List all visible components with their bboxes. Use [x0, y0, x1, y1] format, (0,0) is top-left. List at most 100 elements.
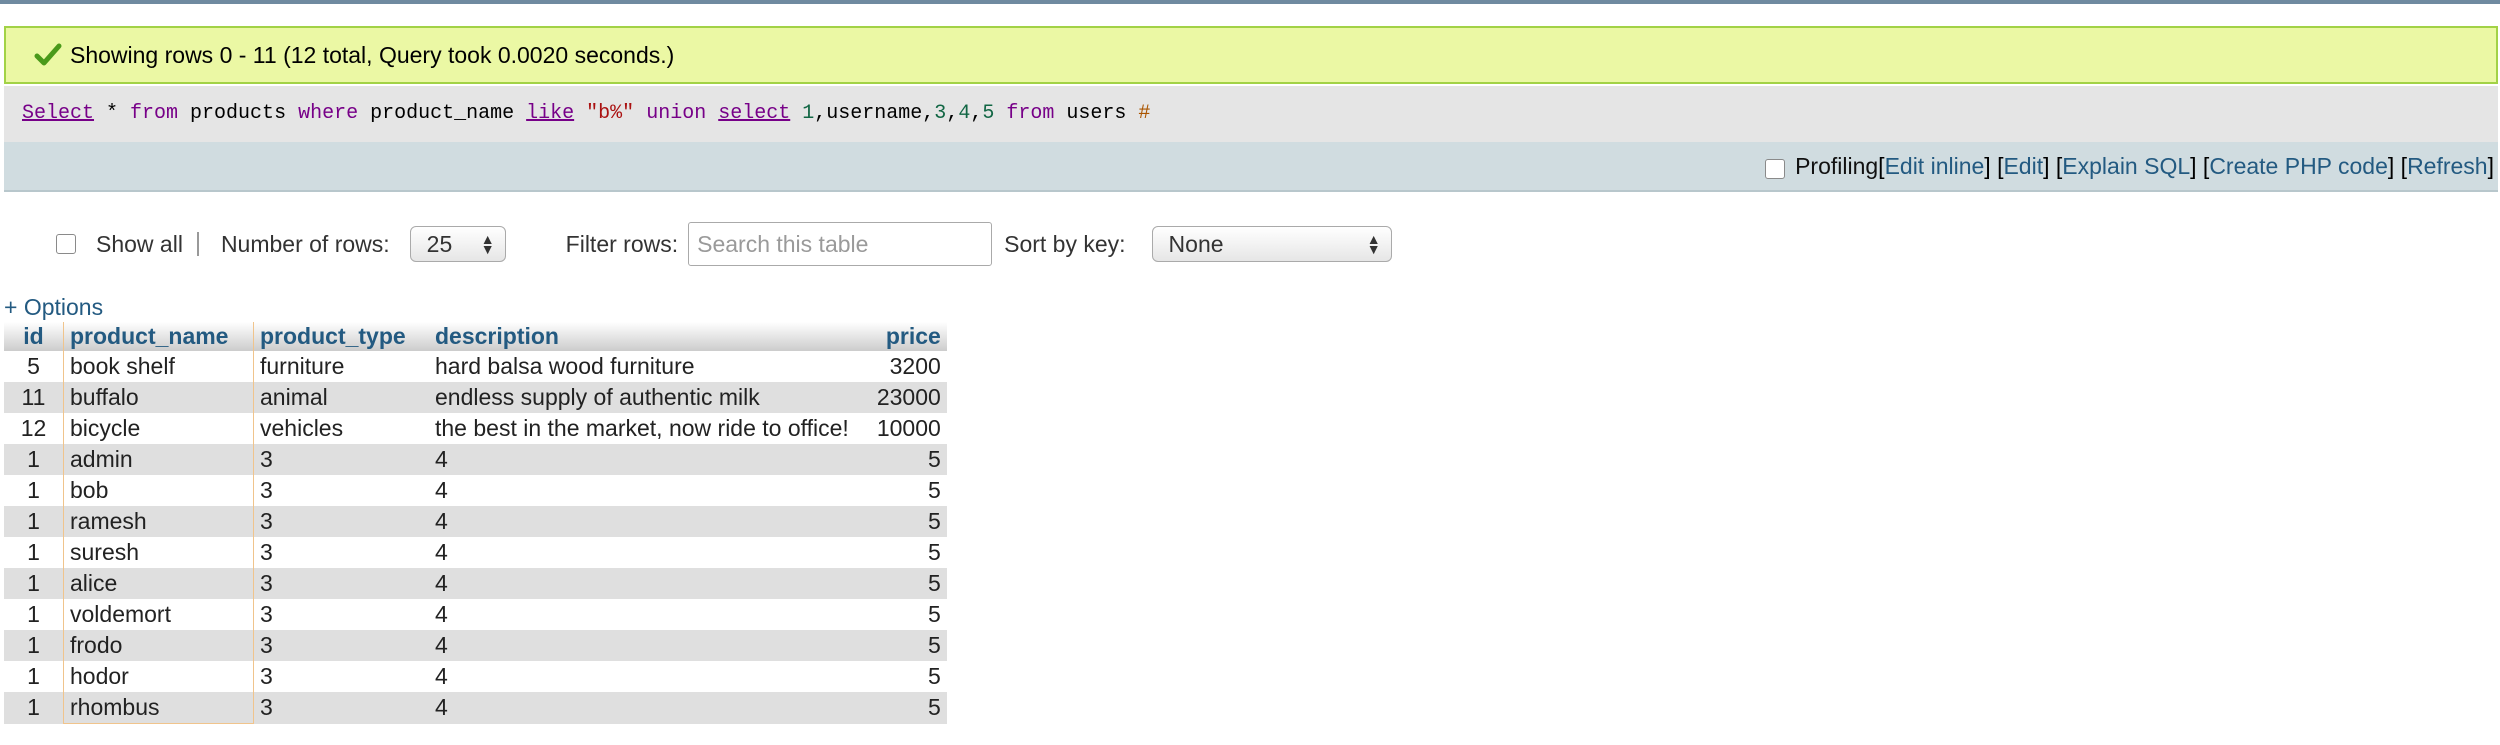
cell-price: 5	[854, 506, 947, 537]
cell-product-type: animal	[253, 382, 429, 413]
rows-select[interactable]: 25 ▲ ▼	[409, 226, 506, 262]
edit-link[interactable]: Edit	[2003, 153, 2043, 180]
options-link[interactable]: + Options	[4, 294, 103, 321]
cell-description: 4	[429, 568, 855, 599]
table-row[interactable]: 1 ramesh 3 4 5	[4, 506, 947, 537]
cell-product-type: 3	[253, 475, 429, 506]
cell-description: 4	[429, 692, 855, 724]
cell-product-type: vehicles	[253, 413, 429, 444]
cell-id: 11	[4, 382, 64, 413]
cell-id: 1	[4, 692, 64, 724]
profiling-checkbox[interactable]	[1765, 159, 1786, 179]
cell-id: 1	[4, 599, 64, 630]
bracket: ] [	[2043, 152, 2063, 179]
cell-id: 1	[4, 444, 64, 475]
filter-label: Filter rows:	[565, 230, 679, 257]
sql-token: 4	[958, 102, 971, 125]
cell-description: 4	[429, 630, 855, 661]
cell-product-type: 3	[253, 692, 429, 724]
sql-query-display[interactable]: Select * from products where product_nam…	[4, 86, 2498, 142]
query-toolbar: Profiling [ Edit inline ] [ Edit ] [ Exp…	[4, 142, 2498, 192]
cell-product-type: furniture	[253, 351, 429, 382]
cell-id: 1	[4, 630, 64, 661]
cell-description: 4	[429, 444, 855, 475]
table-row[interactable]: 1 alice 3 4 5	[4, 568, 947, 599]
cell-description: 4	[429, 599, 855, 630]
filter-rows-input[interactable]	[688, 222, 993, 266]
table-row[interactable]: 1 admin 3 4 5	[4, 444, 947, 475]
cell-price: 5	[854, 692, 947, 724]
cell-product-type: 3	[253, 444, 429, 475]
sql-token: from	[130, 102, 179, 125]
edit-inline-link[interactable]: Edit inline	[1885, 153, 1985, 180]
table-row[interactable]: 12 bicycle vehicles the best in the market,…	[4, 413, 947, 444]
rows-label: Number of rows:	[220, 230, 390, 257]
select-arrows-icon: ▲ ▼	[1366, 231, 1381, 257]
show-all-label: Show all	[96, 230, 183, 257]
divider	[196, 232, 199, 256]
sort-label: Sort by key:	[1004, 230, 1126, 257]
bracket: ] [	[2190, 152, 2210, 179]
navigation-bar: Show all Number of rows: 25 ▲ ▼ Filter ro…	[0, 214, 1400, 274]
cell-id: 1	[4, 475, 64, 506]
cell-product-type: 3	[253, 599, 429, 630]
cell-description: 4	[429, 506, 855, 537]
refresh-link[interactable]: Refresh	[2407, 153, 2488, 180]
sql-token: products	[178, 102, 299, 125]
cell-product-type: 3	[253, 506, 429, 537]
sql-token: like	[526, 102, 575, 125]
cell-product-name: bicycle	[63, 413, 254, 444]
table-row[interactable]: 1 frodo 3 4 5	[4, 630, 947, 661]
sql-token: ,	[946, 102, 959, 125]
cell-product-name: hodor	[63, 661, 254, 692]
cell-product-name: suresh	[63, 537, 254, 568]
cell-id: 5	[4, 351, 64, 382]
cell-id: 1	[4, 506, 64, 537]
explain-sql-link[interactable]: Explain SQL	[2062, 153, 2190, 180]
show-all-checkbox[interactable]	[56, 234, 76, 254]
success-message-text: Showing rows 0 - 11 (12 total, Query too…	[70, 41, 675, 68]
column-header-description[interactable]: description	[429, 322, 855, 351]
cell-description: the best in the market, now ride to offi…	[429, 413, 855, 444]
table-row[interactable]: 11 buffalo animal endless supply of authent…	[4, 382, 947, 413]
column-header-id[interactable]: id	[4, 322, 64, 351]
cell-product-type: 3	[253, 630, 429, 661]
cell-description: 4	[429, 475, 855, 506]
table-row[interactable]: 1 voldemort 3 4 5	[4, 599, 947, 630]
cell-description: 4	[429, 537, 855, 568]
cell-product-type: 3	[253, 568, 429, 599]
cell-price: 5	[854, 661, 947, 692]
column-header-product-type[interactable]: product_type	[253, 322, 429, 351]
column-header-product-name[interactable]: product_name	[63, 322, 254, 351]
cell-price: 5	[854, 599, 947, 630]
bracket: ]	[2487, 152, 2494, 179]
sql-token: product_name	[358, 102, 527, 125]
top-border	[0, 0, 2500, 4]
cell-description: 4	[429, 661, 855, 692]
cell-price: 5	[854, 568, 947, 599]
cell-price: 23000	[854, 382, 947, 413]
cell-description: hard balsa wood furniture	[429, 351, 855, 382]
cell-product-name: voldemort	[63, 599, 254, 630]
create-php-code-link[interactable]: Create PHP code	[2209, 153, 2388, 180]
cell-product-name: frodo	[63, 630, 254, 661]
table-row[interactable]: 1 bob 3 4 5	[4, 475, 947, 506]
table-row[interactable]: 1 suresh 3 4 5	[4, 537, 947, 568]
sort-by-key-select[interactable]: None ▲ ▼	[1151, 226, 1392, 262]
cell-id: 1	[4, 568, 64, 599]
table-row[interactable]: 1 hodor 3 4 5	[4, 661, 947, 692]
bracket: ] [	[2387, 152, 2408, 179]
sql-token: union	[646, 102, 707, 125]
table-row[interactable]: 5 book shelf furniture hard balsa wood furn…	[4, 351, 947, 382]
cell-product-name: buffalo	[63, 382, 254, 413]
rows-select-value: 25	[426, 230, 453, 257]
cell-price: 3200	[854, 351, 947, 382]
table-row[interactable]: 1 rhombus 3 4 5	[4, 692, 947, 724]
column-header-price[interactable]: price	[854, 322, 947, 351]
cell-product-name: admin	[63, 444, 254, 475]
table-header-row: id product_name product_type description…	[4, 322, 947, 351]
sql-token: *	[94, 102, 131, 125]
sort-select-value: None	[1168, 230, 1224, 257]
